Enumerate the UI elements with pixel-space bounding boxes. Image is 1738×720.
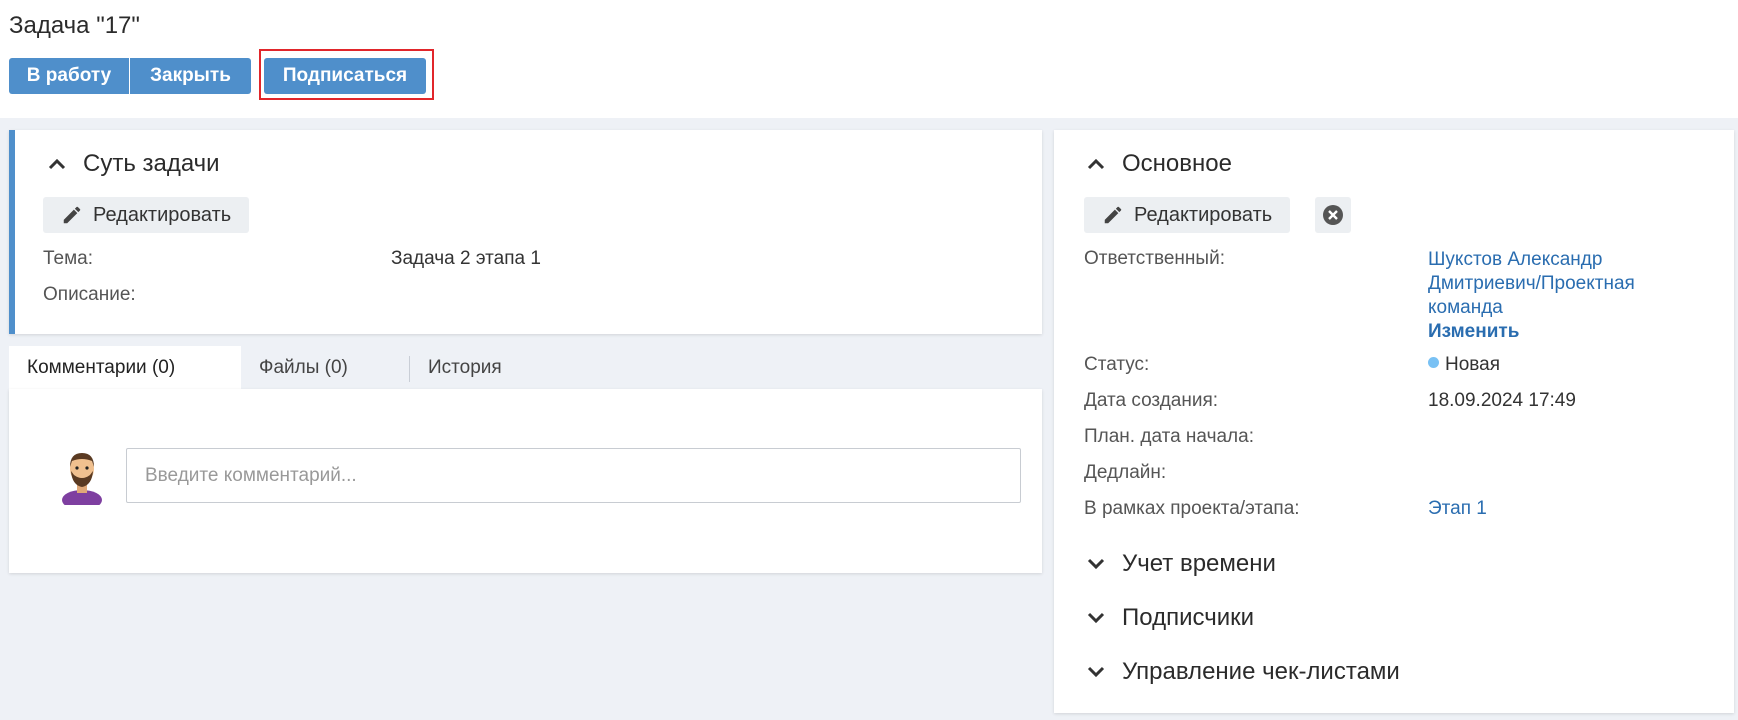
change-responsible-link[interactable]: Изменить xyxy=(1428,320,1635,344)
essence-title: Суть задачи xyxy=(83,150,220,177)
time-tracking-title: Учет времени xyxy=(1122,550,1276,577)
comments-card xyxy=(9,389,1042,573)
checklists-section[interactable]: Управление чек-листами xyxy=(1082,658,1400,686)
topic-label: Тема: xyxy=(43,248,94,269)
close-task-button[interactable]: Закрыть xyxy=(130,58,251,94)
responsible-label: Ответственный: xyxy=(1084,248,1225,269)
comment-input[interactable] xyxy=(126,448,1021,503)
project-label: В рамках проекта/этапа: xyxy=(1084,498,1300,519)
in-work-button[interactable]: В работу xyxy=(9,58,129,94)
essence-edit-button[interactable]: Редактировать xyxy=(43,197,250,233)
chevron-down-icon xyxy=(1082,550,1110,578)
time-tracking-section[interactable]: Учет времени xyxy=(1082,550,1276,578)
status-dot-icon xyxy=(1428,357,1439,369)
tab-comments[interactable]: Комментарии (0) xyxy=(9,346,241,389)
responsible-line-3[interactable]: команда xyxy=(1428,296,1635,320)
clear-button[interactable] xyxy=(1315,197,1351,233)
close-circle-icon xyxy=(1323,205,1343,225)
chevron-down-icon xyxy=(1082,604,1110,632)
checklists-title: Управление чек-листами xyxy=(1122,658,1400,685)
essence-section-header[interactable]: Суть задачи xyxy=(43,150,220,178)
plan-start-label: План. дата начала: xyxy=(1084,426,1254,447)
status-value: Новая xyxy=(1428,354,1500,376)
topic-value: Задача 2 этапа 1 xyxy=(391,248,541,269)
created-label: Дата создания: xyxy=(1084,390,1219,411)
project-link[interactable]: Этап 1 xyxy=(1428,498,1487,520)
chevron-up-icon xyxy=(1082,150,1110,178)
main-title: Основное xyxy=(1122,150,1232,177)
main-edit-label: Редактировать xyxy=(1134,203,1273,226)
responsible-line-2[interactable]: Дмитриевич/Проектная xyxy=(1428,272,1635,296)
status-label: Статус: xyxy=(1084,354,1150,375)
page-title: Задача "17" xyxy=(9,12,140,39)
main-edit-button[interactable]: Редактировать xyxy=(1084,197,1291,233)
subscribers-title: Подписчики xyxy=(1122,604,1255,631)
tab-history[interactable]: История xyxy=(410,346,570,389)
page-header: Задача "17" В работу Закрыть Подписаться xyxy=(0,0,1738,118)
main-section-header[interactable]: Основное xyxy=(1082,150,1232,178)
pencil-icon xyxy=(63,206,81,224)
chevron-down-icon xyxy=(1082,658,1110,686)
main-info-card: Основное Редактировать Ответственный: Шу… xyxy=(1054,130,1734,713)
created-value: 18.09.2024 17:49 xyxy=(1428,390,1576,411)
description-label: Описание: xyxy=(43,284,136,305)
status-text: Новая xyxy=(1445,354,1501,375)
avatar-icon xyxy=(62,453,102,505)
responsible-value[interactable]: Шукстов Александр Дмитриевич/Проектная к… xyxy=(1428,248,1635,344)
responsible-line-1[interactable]: Шукстов Александр xyxy=(1428,248,1635,272)
tab-files[interactable]: Файлы (0) xyxy=(241,346,409,389)
chevron-up-icon xyxy=(43,150,71,178)
deadline-label: Дедлайн: xyxy=(1084,462,1167,483)
essence-edit-label: Редактировать xyxy=(93,203,232,226)
pencil-icon xyxy=(1104,206,1122,224)
task-essence-card: Суть задачи Редактировать Тема: Задача 2… xyxy=(9,130,1042,334)
subscribers-section[interactable]: Подписчики xyxy=(1082,604,1254,632)
subscribe-button[interactable]: Подписаться xyxy=(264,58,426,94)
